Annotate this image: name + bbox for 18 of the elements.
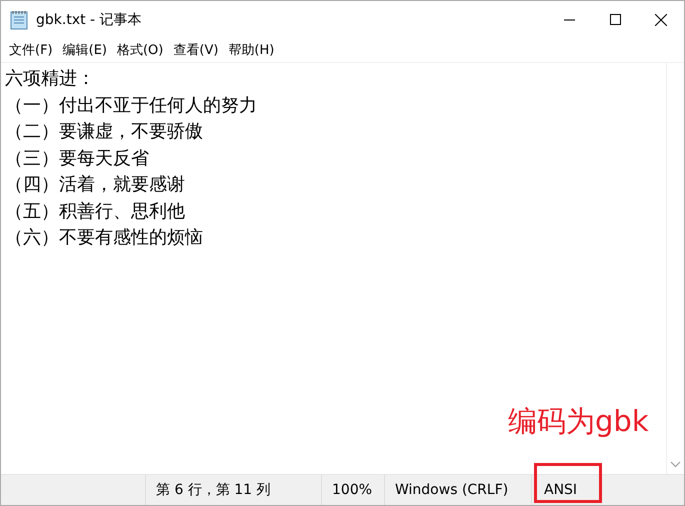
annotation-text: 编码为gbk bbox=[508, 403, 649, 440]
highlight-frame bbox=[534, 463, 602, 503]
text-line: （五）积善行、思利他 bbox=[5, 200, 185, 224]
text-line: （二）要谦虚，不要骄傲 bbox=[5, 120, 203, 144]
text-line: （三）要每天反省 bbox=[5, 146, 149, 170]
text-line: （四）活着，就要感谢 bbox=[5, 173, 185, 197]
chevron-down-icon bbox=[670, 461, 681, 468]
encoding: ANSI bbox=[544, 482, 578, 498]
text-line: 六项精进： bbox=[5, 67, 95, 91]
text-line: （一）付出不亚于任何人的努力 bbox=[5, 94, 257, 118]
line-ending: Windows (CRLF) bbox=[395, 482, 508, 498]
maximize-icon bbox=[610, 14, 620, 25]
window-title: gbk.txt - 记事本 bbox=[36, 10, 143, 28]
close-icon bbox=[655, 14, 667, 26]
notepad-icon bbox=[10, 10, 28, 30]
zoom-level: 100% bbox=[332, 482, 372, 498]
text-line: （六）不要有感性的烦恼 bbox=[5, 226, 203, 250]
cursor-position: 第 6 行，第 11 列 bbox=[156, 481, 271, 499]
